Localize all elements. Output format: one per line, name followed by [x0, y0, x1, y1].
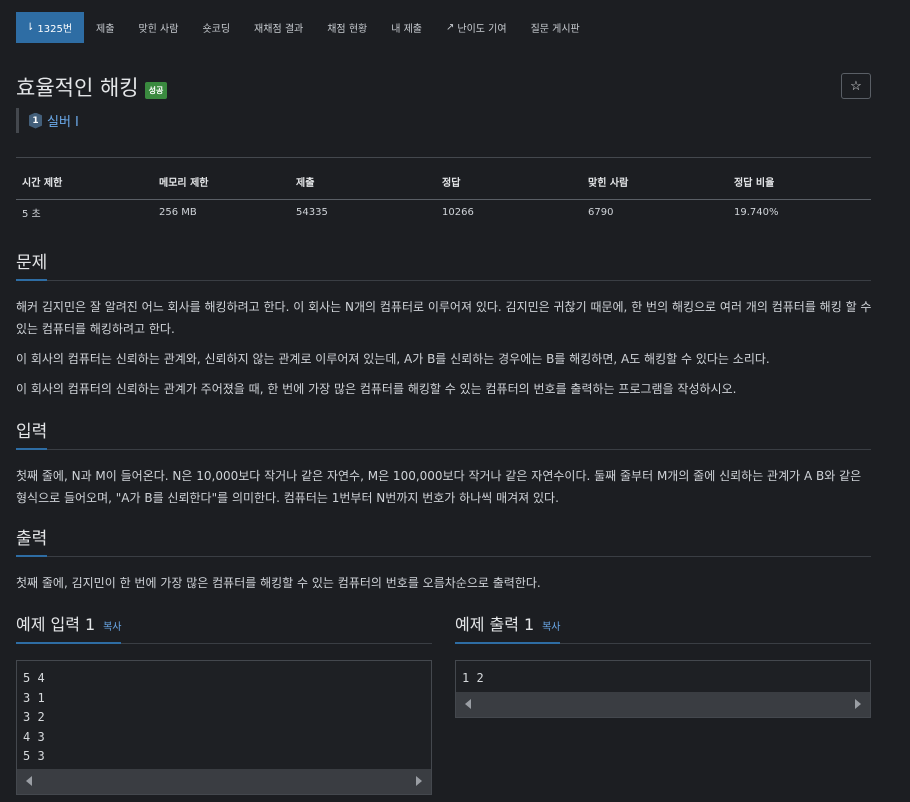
favorite-star-button[interactable]: ☆	[841, 73, 871, 99]
section-input-heading: 입력	[16, 417, 871, 450]
problem-paragraph-2: 이 회사의 컴퓨터는 신뢰하는 관계와, 신뢰하지 않는 관계로 이루어져 있는…	[16, 352, 770, 366]
section-title: 문제	[16, 248, 48, 281]
tier-badge-icon: 1	[29, 112, 42, 129]
section-problem-heading: 문제	[16, 248, 871, 281]
submissions-value: 54335	[296, 206, 328, 218]
section-title: 입력	[16, 417, 48, 450]
scroll-left-arrow-icon[interactable]	[465, 699, 471, 709]
header-accept-ratio: 정답 비율	[728, 172, 871, 200]
tab-short-coding[interactable]: 숏코딩	[190, 12, 242, 43]
accept-ratio-value: 19.740%	[734, 206, 779, 218]
table-row: 5 초 256 MB 54335 10266 6790 19.740%	[16, 199, 871, 225]
problem-title-row: 효율적인 해킹 성공	[16, 72, 168, 102]
problem-paragraph-1: 해커 김지민은 잘 알려진 어느 회사를 해킹하려고 한다. 이 회사는 N개의…	[16, 300, 872, 336]
example-output-title: 예제 출력 1 복사	[455, 611, 561, 644]
copy-output-button[interactable]: 복사	[542, 622, 560, 633]
header-memory-limit: 메모리 제한	[153, 172, 290, 200]
horizontal-scrollbar[interactable]	[17, 769, 431, 794]
tab-label: 재채점 결과	[254, 24, 304, 35]
external-link-icon: ↗	[446, 22, 455, 33]
tab-label: 1325번	[37, 24, 73, 35]
header-submissions: 제출	[290, 172, 436, 200]
star-icon: ☆	[850, 78, 862, 93]
scroll-right-arrow-icon[interactable]	[855, 699, 861, 709]
tab-rejudge-results[interactable]: 재채점 결과	[242, 12, 315, 43]
tab-problem-number[interactable]: ⇂ 1325번	[16, 12, 85, 43]
scroll-right-arrow-icon[interactable]	[416, 776, 422, 786]
tab-label: 맞힌 사람	[138, 24, 179, 35]
problem-nav-tabs: ⇂ 1325번 제출 맞힌 사람 숏코딩 재채점 결과 채점 현황 내 제출 ↗…	[16, 12, 592, 43]
header-accepted: 정답	[436, 172, 582, 200]
accepted-value: 10266	[442, 206, 474, 218]
tab-judge-status[interactable]: 채점 현황	[315, 12, 379, 43]
solved-users-value: 6790	[588, 206, 614, 218]
tab-question-board[interactable]: 질문 게시판	[519, 12, 592, 43]
table-header-row: 시간 제한 메모리 제한 제출 정답 맞힌 사람 정답 비율	[16, 172, 871, 200]
time-limit-value: 5 초	[22, 208, 41, 220]
tab-submit[interactable]: 제출	[84, 12, 126, 43]
horizontal-scrollbar[interactable]	[456, 692, 870, 717]
tab-difficulty-contribution[interactable]: ↗ 난이도 기여	[434, 12, 519, 43]
tab-my-submissions[interactable]: 내 제출	[379, 12, 434, 43]
header-time-limit: 시간 제한	[16, 172, 153, 200]
example-input-label: 예제 입력 1	[16, 615, 96, 634]
tab-label: 질문 게시판	[530, 24, 580, 35]
example-input-code[interactable]: 5 4 3 1 3 2 4 3 5 3	[16, 660, 432, 795]
example-output-heading: 예제 출력 1 복사	[455, 611, 871, 644]
section-title: 출력	[16, 524, 48, 557]
memory-limit-value: 256 MB	[159, 206, 197, 218]
tier-label[interactable]: 실버 I	[47, 111, 79, 130]
example-output-text: 1 2	[462, 671, 484, 685]
problem-tier: 1 실버 I	[16, 108, 79, 133]
scroll-left-arrow-icon[interactable]	[26, 776, 32, 786]
example-input-text: 5 4 3 1 3 2 4 3 5 3	[23, 671, 45, 763]
tab-label: 제출	[96, 24, 115, 35]
status-badge: 성공	[144, 81, 168, 99]
problem-title: 효율적인 해킹	[16, 76, 139, 100]
section-output-heading: 출력	[16, 524, 871, 557]
header-solved-users: 맞힌 사람	[582, 172, 728, 200]
example-output-label: 예제 출력 1	[455, 615, 535, 634]
tab-label: 내 제출	[391, 24, 422, 35]
example-input-title: 예제 입력 1 복사	[16, 611, 122, 644]
example-output-code[interactable]: 1 2	[455, 660, 871, 718]
tier-1-icon: ⇂	[26, 22, 35, 33]
tab-label: 채점 현황	[327, 24, 368, 35]
tab-label: 숏코딩	[202, 24, 231, 35]
divider	[16, 157, 871, 158]
copy-input-button[interactable]: 복사	[103, 622, 121, 633]
output-paragraph: 첫째 줄에, 김지민이 한 번에 가장 많은 컴퓨터를 해킹할 수 있는 컴퓨터…	[16, 576, 541, 590]
tab-solved-users[interactable]: 맞힌 사람	[126, 12, 190, 43]
tab-label: 난이도 기여	[457, 24, 507, 35]
problem-info-table: 시간 제한 메모리 제한 제출 정답 맞힌 사람 정답 비율 5 초 256 M…	[16, 172, 871, 225]
problem-paragraph-3: 이 회사의 컴퓨터의 신뢰하는 관계가 주어졌을 때, 한 번에 가장 많은 컴…	[16, 382, 737, 396]
input-paragraph: 첫째 줄에, N과 M이 들어온다. N은 10,000보다 작거나 같은 자연…	[16, 469, 862, 505]
example-input-heading: 예제 입력 1 복사	[16, 611, 432, 644]
